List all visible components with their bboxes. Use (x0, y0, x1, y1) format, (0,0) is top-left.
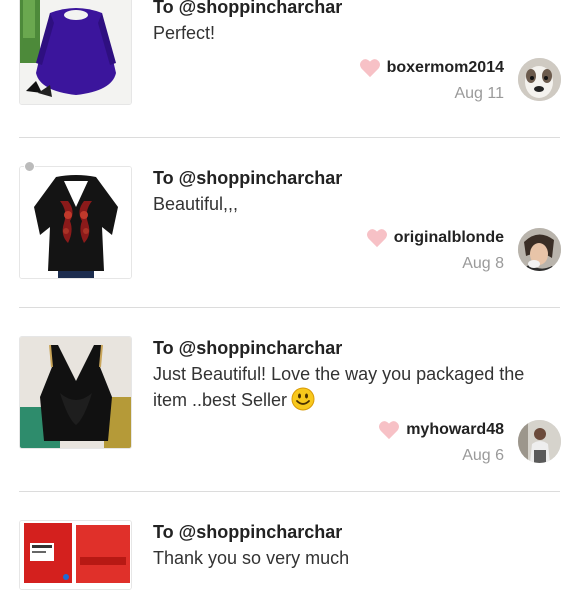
comment-date: Aug 8 (462, 255, 504, 272)
comment-recipient[interactable]: To @shoppincharchar (153, 522, 342, 543)
comment-meta: originalblonde Aug 8 (366, 228, 504, 273)
comment-date: Aug 11 (454, 85, 504, 102)
smiley-emoji-icon (291, 387, 315, 411)
comment-recipient[interactable]: To @shoppincharchar (153, 0, 342, 18)
divider (19, 307, 560, 308)
comment-message: Perfect! (153, 23, 216, 43)
comment-message: Thank you so very much (153, 548, 350, 568)
status-dot (24, 161, 35, 172)
avatar[interactable] (518, 420, 561, 463)
comment-recipient[interactable]: To @shoppincharchar (153, 168, 342, 189)
avatar[interactable] (518, 228, 561, 271)
heart-icon[interactable] (359, 58, 381, 78)
comment-recipient[interactable]: To @shoppincharchar (153, 338, 342, 359)
avatar[interactable] (518, 58, 561, 101)
comment-meta: myhoward48 Aug 6 (378, 420, 504, 465)
heart-icon[interactable] (366, 228, 388, 248)
commenter-username[interactable]: originalblonde (394, 229, 504, 247)
heart-icon[interactable] (378, 420, 400, 440)
commenter-username[interactable]: myhoward48 (406, 421, 504, 439)
divider (19, 491, 560, 492)
listing-thumbnail[interactable] (19, 336, 132, 449)
comment-message-text: Just Beautiful! Love the way you package… (153, 364, 525, 410)
comment-message: Beautiful,,, (153, 194, 239, 214)
divider (19, 137, 560, 138)
listing-thumbnail[interactable] (19, 166, 132, 279)
commenter-username[interactable]: boxermom2014 (387, 59, 504, 77)
comment-date: Aug 6 (462, 447, 504, 464)
comment-message: Just Beautiful! Love the way you package… (153, 362, 558, 413)
comment-meta: boxermom2014 Aug 11 (359, 58, 504, 103)
listing-thumbnail[interactable] (19, 0, 132, 105)
